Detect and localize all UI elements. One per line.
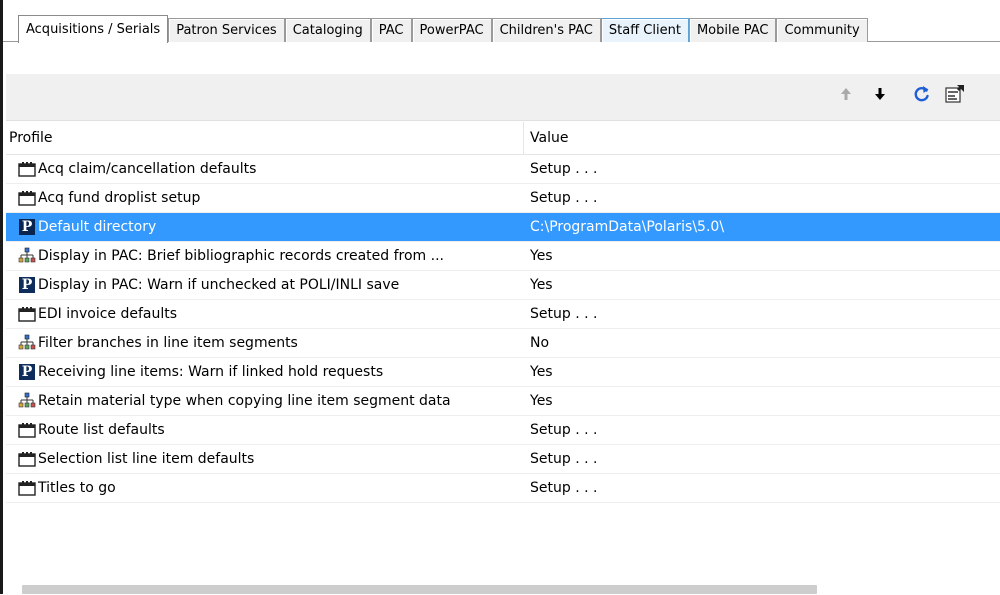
horizontal-scrollbar[interactable]	[22, 585, 817, 594]
value-cell[interactable]: Yes	[524, 277, 1000, 293]
table-row[interactable]: Display in PAC: Brief bibliographic reco…	[6, 242, 1000, 271]
table-row[interactable]: Route list defaults Setup . . .	[6, 416, 1000, 445]
table-row[interactable]: P Default directory C:\ProgramData\Polaris…	[6, 213, 1000, 242]
profile-label: Display in PAC: Brief bibliographic reco…	[38, 248, 444, 264]
table-row[interactable]: P Display in PAC: Warn if unchecked at PO…	[6, 271, 1000, 300]
tab-staff-client[interactable]: Staff Client	[600, 18, 689, 42]
calendar-icon	[18, 479, 36, 497]
calendar-icon	[18, 421, 36, 439]
value-cell[interactable]: Setup . . .	[524, 161, 1000, 177]
properties-button[interactable]	[943, 82, 967, 106]
profile-cell: Filter branches in line item segments	[6, 334, 524, 352]
polaris-p-icon: P	[18, 363, 36, 381]
value-cell[interactable]: Yes	[524, 393, 1000, 409]
tab-mobile-pac[interactable]: Mobile PAC	[688, 18, 777, 42]
profile-label: Titles to go	[38, 480, 116, 496]
table-row[interactable]: Acq fund droplist setup Setup . . .	[6, 184, 1000, 213]
table-row[interactable]: Selection list line item defaults Setup .…	[6, 445, 1000, 474]
profile-label: Display in PAC: Warn if unchecked at POL…	[38, 277, 400, 293]
tab-powerpac[interactable]: PowerPAC	[411, 18, 492, 42]
profile-cell: Display in PAC: Brief bibliographic reco…	[6, 247, 524, 265]
tab-bar: Acquisitions / Serials Patron Services Cat…	[18, 15, 868, 43]
column-header-profile[interactable]: Profile	[6, 122, 524, 154]
profile-cell: P Display in PAC: Warn if unchecked at PO…	[6, 276, 524, 294]
profile-label: Filter branches in line item segments	[38, 335, 298, 351]
profile-label: Default directory	[38, 219, 157, 235]
polaris-p-icon: P	[18, 276, 36, 294]
value-cell[interactable]: Setup . . .	[524, 422, 1000, 438]
calendar-icon	[18, 160, 36, 178]
value-cell[interactable]: Yes	[524, 364, 1000, 380]
table-row[interactable]: P Receiving line items: Warn if linked ho…	[6, 358, 1000, 387]
profile-cell: Route list defaults	[6, 421, 524, 439]
properties-icon	[944, 83, 966, 105]
org-hierarchy-icon	[18, 334, 36, 352]
profile-cell: Acq claim/cancellation defaults	[6, 160, 524, 178]
calendar-icon	[18, 450, 36, 468]
profile-label: Acq claim/cancellation defaults	[38, 161, 257, 177]
column-header-value[interactable]: Value	[524, 122, 1000, 154]
calendar-icon	[18, 189, 36, 207]
table-row[interactable]: Acq claim/cancellation defaults Setup . .…	[6, 155, 1000, 184]
tab-children-s-pac[interactable]: Children's PAC	[491, 18, 601, 42]
profiles-table: Profile Value Acq claim/cancellation def…	[6, 122, 1000, 503]
value-cell[interactable]: Yes	[524, 248, 1000, 264]
profile-cell: P Receiving line items: Warn if linked ho…	[6, 363, 524, 381]
profile-label: Selection list line item defaults	[38, 451, 255, 467]
value-cell[interactable]: Setup . . .	[524, 190, 1000, 206]
arrow-up-icon	[840, 87, 852, 101]
profile-label: Acq fund droplist setup	[38, 190, 201, 206]
profile-label: Route list defaults	[38, 422, 165, 438]
value-cell[interactable]: C:\ProgramData\Polaris\5.0\	[524, 219, 1000, 235]
profile-label: Receiving line items: Warn if linked hol…	[38, 364, 384, 380]
tab-patron-services[interactable]: Patron Services	[168, 18, 285, 42]
table-body: Acq claim/cancellation defaults Setup . .…	[6, 155, 1000, 503]
value-cell[interactable]: Setup . . .	[524, 306, 1000, 322]
table-row[interactable]: Filter branches in line item segments No	[6, 329, 1000, 358]
value-cell[interactable]: Setup . . .	[524, 451, 1000, 467]
move-up-button[interactable]	[834, 82, 858, 106]
calendar-icon	[18, 305, 36, 323]
table-row[interactable]: Titles to go Setup . . .	[6, 474, 1000, 503]
table-row[interactable]: EDI invoice defaults Setup . . .	[6, 300, 1000, 329]
arrow-down-icon	[874, 87, 886, 101]
refresh-button[interactable]	[910, 82, 934, 106]
tab-acquisitions-serials[interactable]: Acquisitions / Serials	[18, 15, 169, 43]
table-header: Profile Value	[6, 122, 1000, 155]
profile-cell: Retain material type when copying line i…	[6, 392, 524, 410]
profile-cell: Titles to go	[6, 479, 524, 497]
org-hierarchy-icon	[18, 247, 36, 265]
org-hierarchy-icon	[18, 392, 36, 410]
profile-label: Retain material type when copying line i…	[38, 393, 451, 409]
profile-cell: Selection list line item defaults	[6, 450, 524, 468]
value-cell[interactable]: Setup . . .	[524, 480, 1000, 496]
value-cell[interactable]: No	[524, 335, 1000, 351]
profile-cell: EDI invoice defaults	[6, 305, 524, 323]
tab-community[interactable]: Community	[776, 18, 868, 42]
tab-cataloging[interactable]: Cataloging	[284, 18, 371, 42]
profile-cell: Acq fund droplist setup	[6, 189, 524, 207]
polaris-p-icon: P	[18, 218, 36, 236]
table-row[interactable]: Retain material type when copying line i…	[6, 387, 1000, 416]
tab-pac[interactable]: PAC	[370, 18, 412, 42]
profile-cell: P Default directory	[6, 218, 524, 236]
move-down-button[interactable]	[868, 82, 892, 106]
refresh-icon	[912, 84, 932, 104]
profile-label: EDI invoice defaults	[38, 306, 178, 322]
